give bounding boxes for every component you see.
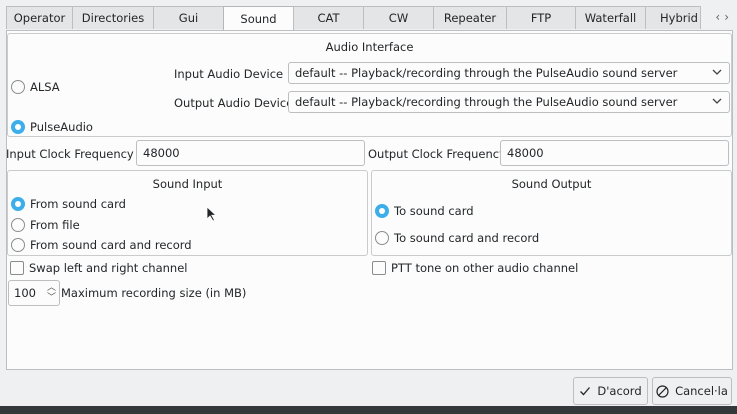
- tab-operator[interactable]: Operator: [6, 6, 73, 29]
- input-clock-label: Input Clock Frequency: [6, 147, 134, 161]
- ptt-tone-label: PTT tone on other audio channel: [391, 261, 579, 275]
- tab-label: CW: [388, 11, 409, 25]
- chevron-left-icon[interactable]: ‹: [715, 10, 720, 24]
- to-sound-card-and-record-radio[interactable]: [375, 231, 389, 245]
- from-file-label: From file: [30, 218, 80, 232]
- from-sound-card-radio[interactable]: [11, 197, 25, 211]
- to-sound-card-label: To sound card: [394, 204, 474, 218]
- output-clock-value: 48000: [507, 146, 544, 160]
- from-sound-card-and-record-label: From sound card and record: [30, 238, 192, 252]
- tab-repeater[interactable]: Repeater: [433, 6, 507, 29]
- input-device-label: Input Audio Device: [174, 67, 284, 81]
- mouse-cursor-icon: [206, 206, 218, 222]
- output-device-value: default -- Playback/recording through th…: [295, 95, 678, 109]
- max-recording-spinbox[interactable]: 100 ︿ ﹀: [8, 280, 60, 306]
- tab-cat[interactable]: CAT: [293, 6, 364, 29]
- chevron-up-icon[interactable]: ︿: [47, 283, 56, 293]
- tab-waterfall[interactable]: Waterfall: [575, 6, 646, 29]
- input-clock-value: 48000: [143, 146, 180, 160]
- to-sound-card-and-record-label: To sound card and record: [394, 231, 540, 245]
- pulseaudio-label: PulseAudio: [30, 120, 93, 134]
- sound-output-title: Sound Output: [511, 177, 592, 191]
- tab-hybrid[interactable]: Hybrid: [645, 6, 701, 29]
- cancel-icon: [656, 384, 669, 398]
- spin-arrows: ︿ ﹀: [47, 283, 56, 303]
- sound-tab-panel: Audio Interface ALSA PulseAudio Input Au…: [6, 30, 733, 370]
- tab-label: Waterfall: [584, 11, 637, 25]
- tab-directories[interactable]: Directories: [72, 6, 154, 29]
- input-clock-field[interactable]: 48000: [136, 140, 365, 166]
- sound-input-group: Sound Input From sound card From file Fr…: [7, 170, 368, 256]
- output-clock-field[interactable]: 48000: [500, 140, 729, 166]
- input-device-value: default -- Playback/recording through th…: [295, 66, 678, 80]
- input-device-select[interactable]: default -- Playback/recording through th…: [288, 62, 730, 84]
- audio-interface-group: Audio Interface ALSA PulseAudio Input Au…: [7, 33, 732, 137]
- output-device-label: Output Audio Device: [174, 96, 294, 110]
- tab-gui[interactable]: Gui: [153, 6, 224, 29]
- sound-output-group: Sound Output To sound card To sound card…: [371, 170, 732, 256]
- tab-bar: Operator Directories Gui Sound CAT CW Re…: [6, 6, 733, 31]
- sound-input-title: Sound Input: [152, 177, 223, 191]
- cancel-button-label: Cancel·la: [675, 384, 728, 398]
- tab-label: Repeater: [443, 11, 497, 25]
- tab-label: FTP: [530, 11, 552, 25]
- chevron-down-icon[interactable]: ﹀: [47, 293, 56, 303]
- tab-label: Directories: [81, 11, 145, 25]
- ok-button[interactable]: D'acord: [573, 377, 648, 405]
- max-recording-label: Maximum recording size (in MB): [61, 286, 247, 300]
- tab-label: Hybrid: [660, 11, 698, 25]
- swap-channel-checkbox[interactable]: [10, 261, 24, 275]
- tab-label: Operator: [13, 11, 66, 25]
- ptt-tone-checkbox[interactable]: [372, 261, 386, 275]
- alsa-radio[interactable]: [11, 80, 25, 94]
- from-sound-card-label: From sound card: [30, 197, 126, 211]
- output-device-select[interactable]: default -- Playback/recording through th…: [288, 91, 730, 113]
- pulseaudio-radio[interactable]: [11, 120, 25, 134]
- chevron-right-icon[interactable]: ›: [724, 10, 729, 24]
- tab-scroll-arrows: ‹ ›: [715, 10, 729, 24]
- swap-channel-label: Swap left and right channel: [29, 261, 188, 275]
- tab-cw[interactable]: CW: [363, 6, 434, 29]
- tab-sound[interactable]: Sound: [223, 6, 294, 31]
- audio-interface-title: Audio Interface: [325, 40, 414, 54]
- from-file-radio[interactable]: [11, 218, 25, 232]
- alsa-label: ALSA: [30, 80, 60, 94]
- ok-button-label: D'acord: [597, 384, 642, 398]
- settings-dialog: Operator Directories Gui Sound CAT CW Re…: [0, 0, 737, 406]
- tab-label: CAT: [317, 11, 340, 25]
- background-strip: [0, 406, 737, 414]
- to-sound-card-radio[interactable]: [375, 204, 389, 218]
- tab-label: Gui: [178, 11, 199, 25]
- tab-label: Sound: [240, 12, 277, 26]
- chevron-down-icon: [712, 69, 722, 75]
- tab-ftp[interactable]: FTP: [506, 6, 576, 29]
- from-sound-card-and-record-radio[interactable]: [11, 238, 25, 252]
- cancel-button[interactable]: Cancel·la: [652, 377, 732, 405]
- check-icon: [580, 387, 591, 396]
- output-clock-label: Output Clock Frequency: [368, 147, 506, 161]
- chevron-down-icon: [712, 98, 722, 104]
- max-recording-value: 100: [14, 286, 36, 300]
